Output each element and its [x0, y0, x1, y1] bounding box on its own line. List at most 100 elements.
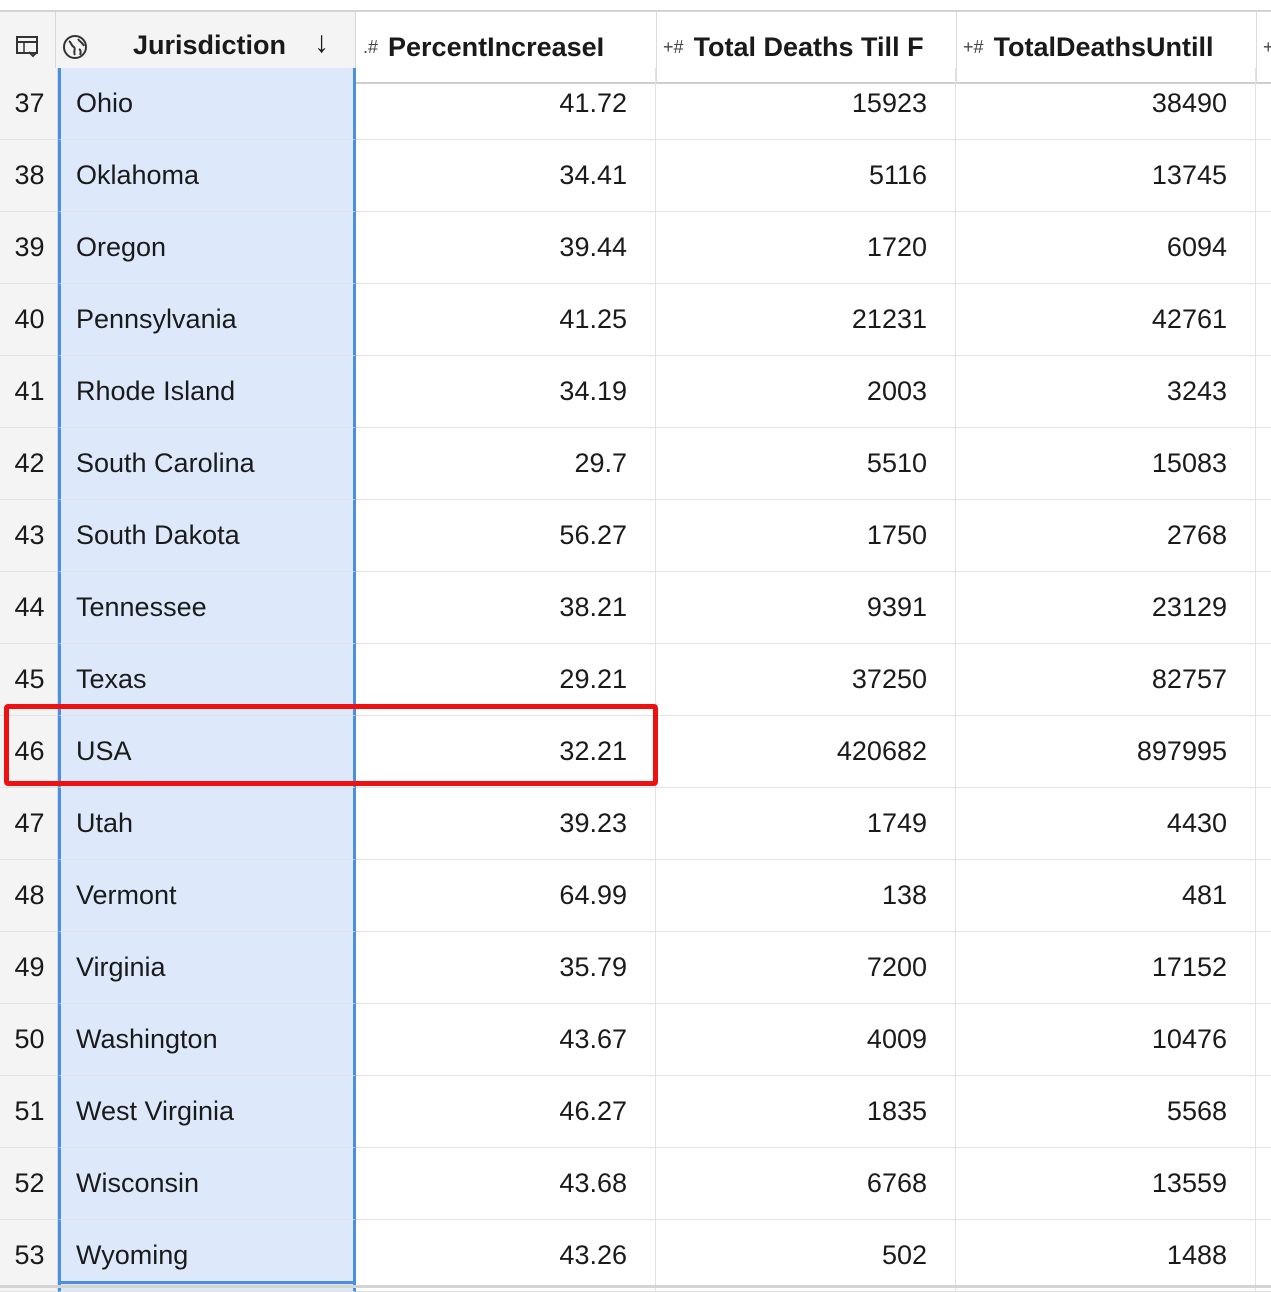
jurisdiction-cell[interactable]: Pennsylvania — [58, 284, 356, 356]
jurisdiction-cell[interactable]: Virginia — [58, 932, 356, 1004]
table-row[interactable]: 52 Wisconsin 43.68 6768 13559 — [0, 1148, 1271, 1220]
total-deaths-until-cell[interactable]: 38490 — [956, 68, 1256, 140]
total-deaths-until-cell[interactable]: 15083 — [956, 428, 1256, 500]
total-deaths-until-cell[interactable]: 3243 — [956, 356, 1256, 428]
next-column-cell[interactable] — [1256, 356, 1271, 428]
total-deaths-until-cell[interactable]: 82757 — [956, 644, 1256, 716]
next-column-cell[interactable] — [1256, 716, 1271, 788]
percent-increase-cell[interactable]: 41.25 — [356, 284, 656, 356]
jurisdiction-cell[interactable]: USA — [58, 716, 356, 788]
next-column-cell[interactable] — [1256, 1076, 1271, 1148]
table-row[interactable]: 38 Oklahoma 34.41 5116 13745 — [0, 140, 1271, 212]
percent-increase-cell[interactable]: 39.44 — [356, 212, 656, 284]
percent-increase-cell[interactable]: 64.99 — [356, 860, 656, 932]
table-row[interactable]: 49 Virginia 35.79 7200 17152 — [0, 932, 1271, 1004]
total-deaths-till-cell[interactable]: 420682 — [656, 716, 956, 788]
total-deaths-till-cell[interactable]: 7200 — [656, 932, 956, 1004]
total-deaths-till-cell[interactable]: 138 — [656, 860, 956, 932]
total-deaths-until-cell[interactable]: 10476 — [956, 1004, 1256, 1076]
total-deaths-until-cell[interactable]: 17152 — [956, 932, 1256, 1004]
jurisdiction-cell[interactable]: Tennessee — [58, 572, 356, 644]
total-deaths-till-cell[interactable]: 1750 — [656, 500, 956, 572]
next-column-cell[interactable] — [1256, 1004, 1271, 1076]
next-column-cell[interactable] — [1256, 284, 1271, 356]
jurisdiction-cell[interactable]: Texas — [58, 644, 356, 716]
total-deaths-till-cell[interactable]: 2003 — [656, 356, 956, 428]
percent-increase-cell[interactable]: 34.19 — [356, 356, 656, 428]
table-row[interactable]: 39 Oregon 39.44 1720 6094 — [0, 212, 1271, 284]
total-deaths-till-cell[interactable]: 1835 — [656, 1076, 956, 1148]
total-deaths-until-cell[interactable]: 4430 — [956, 788, 1256, 860]
jurisdiction-cell[interactable]: West Virginia — [58, 1076, 356, 1148]
table-row[interactable]: 47 Utah 39.23 1749 4430 — [0, 788, 1271, 860]
total-deaths-till-cell[interactable]: 4009 — [656, 1004, 956, 1076]
total-deaths-until-cell[interactable]: 23129 — [956, 572, 1256, 644]
total-deaths-till-cell[interactable]: 5510 — [656, 428, 956, 500]
next-column-cell[interactable] — [1256, 860, 1271, 932]
table-row[interactable]: 50 Washington 43.67 4009 10476 — [0, 1004, 1271, 1076]
jurisdiction-cell[interactable]: Ohio — [58, 68, 356, 140]
total-deaths-till-cell[interactable]: 6768 — [656, 1148, 956, 1220]
percent-increase-cell[interactable]: 43.68 — [356, 1148, 656, 1220]
percent-increase-cell[interactable]: 46.27 — [356, 1076, 656, 1148]
percent-increase-cell[interactable]: 41.72 — [356, 68, 656, 140]
next-column-cell[interactable] — [1256, 932, 1271, 1004]
total-deaths-until-cell[interactable]: 1488 — [956, 1220, 1256, 1292]
total-deaths-till-cell[interactable]: 1749 — [656, 788, 956, 860]
total-deaths-till-cell[interactable]: 9391 — [656, 572, 956, 644]
percent-increase-cell[interactable]: 43.26 — [356, 1220, 656, 1292]
percent-increase-cell[interactable]: 39.23 — [356, 788, 656, 860]
total-deaths-till-cell[interactable]: 37250 — [656, 644, 956, 716]
next-column-cell[interactable] — [1256, 428, 1271, 500]
table-row[interactable]: 41 Rhode Island 34.19 2003 3243 — [0, 356, 1271, 428]
next-column-cell[interactable] — [1256, 140, 1271, 212]
total-deaths-till-cell[interactable]: 15923 — [656, 68, 956, 140]
percent-increase-cell[interactable]: 34.41 — [356, 140, 656, 212]
total-deaths-till-cell[interactable]: 1720 — [656, 212, 956, 284]
total-deaths-till-cell[interactable]: 502 — [656, 1220, 956, 1292]
percent-increase-cell[interactable]: 38.21 — [356, 572, 656, 644]
table-columns-icon[interactable] — [14, 33, 42, 61]
jurisdiction-cell[interactable]: South Carolina — [58, 428, 356, 500]
table-row[interactable]: 37 Ohio 41.72 15923 38490 — [0, 68, 1271, 140]
table-row[interactable]: 45 Texas 29.21 37250 82757 — [0, 644, 1271, 716]
total-deaths-till-cell[interactable]: 5116 — [656, 140, 956, 212]
table-row[interactable]: 43 South Dakota 56.27 1750 2768 — [0, 500, 1271, 572]
total-deaths-until-cell[interactable]: 5568 — [956, 1076, 1256, 1148]
total-deaths-until-cell[interactable]: 897995 — [956, 716, 1256, 788]
sort-descending-icon[interactable]: ↓ — [314, 26, 329, 60]
total-deaths-till-cell[interactable]: 21231 — [656, 284, 956, 356]
total-deaths-until-cell[interactable]: 481 — [956, 860, 1256, 932]
next-column-cell[interactable] — [1256, 1148, 1271, 1220]
next-column-cell[interactable] — [1256, 572, 1271, 644]
percent-increase-cell[interactable]: 29.7 — [356, 428, 656, 500]
next-column-cell[interactable] — [1256, 788, 1271, 860]
jurisdiction-cell[interactable]: Rhode Island — [58, 356, 356, 428]
table-row[interactable]: 42 South Carolina 29.7 5510 15083 — [0, 428, 1271, 500]
total-deaths-until-cell[interactable]: 13745 — [956, 140, 1256, 212]
next-column-cell[interactable] — [1256, 68, 1271, 140]
percent-increase-cell[interactable]: 43.67 — [356, 1004, 656, 1076]
percent-increase-cell[interactable]: 56.27 — [356, 500, 656, 572]
table-row[interactable]: 46 USA 32.21 420682 897995 — [0, 716, 1271, 788]
table-row[interactable]: 51 West Virginia 46.27 1835 5568 — [0, 1076, 1271, 1148]
jurisdiction-cell[interactable]: Washington — [58, 1004, 356, 1076]
jurisdiction-cell[interactable]: Vermont — [58, 860, 356, 932]
jurisdiction-cell[interactable]: Utah — [58, 788, 356, 860]
table-row[interactable]: 44 Tennessee 38.21 9391 23129 — [0, 572, 1271, 644]
total-deaths-until-cell[interactable]: 6094 — [956, 212, 1256, 284]
percent-increase-cell[interactable]: 29.21 — [356, 644, 656, 716]
percent-increase-cell[interactable]: 32.21 — [356, 716, 656, 788]
percent-increase-cell[interactable]: 35.79 — [356, 932, 656, 1004]
next-column-cell[interactable] — [1256, 644, 1271, 716]
next-column-cell[interactable] — [1256, 500, 1271, 572]
table-row[interactable]: 48 Vermont 64.99 138 481 — [0, 860, 1271, 932]
jurisdiction-cell[interactable]: South Dakota — [58, 500, 356, 572]
next-column-cell[interactable] — [1256, 212, 1271, 284]
table-row[interactable]: 40 Pennsylvania 41.25 21231 42761 — [0, 284, 1271, 356]
jurisdiction-cell[interactable]: Oregon — [58, 212, 356, 284]
jurisdiction-cell[interactable]: Oklahoma — [58, 140, 356, 212]
next-column-cell[interactable] — [1256, 1220, 1271, 1292]
total-deaths-until-cell[interactable]: 2768 — [956, 500, 1256, 572]
total-deaths-until-cell[interactable]: 13559 — [956, 1148, 1256, 1220]
